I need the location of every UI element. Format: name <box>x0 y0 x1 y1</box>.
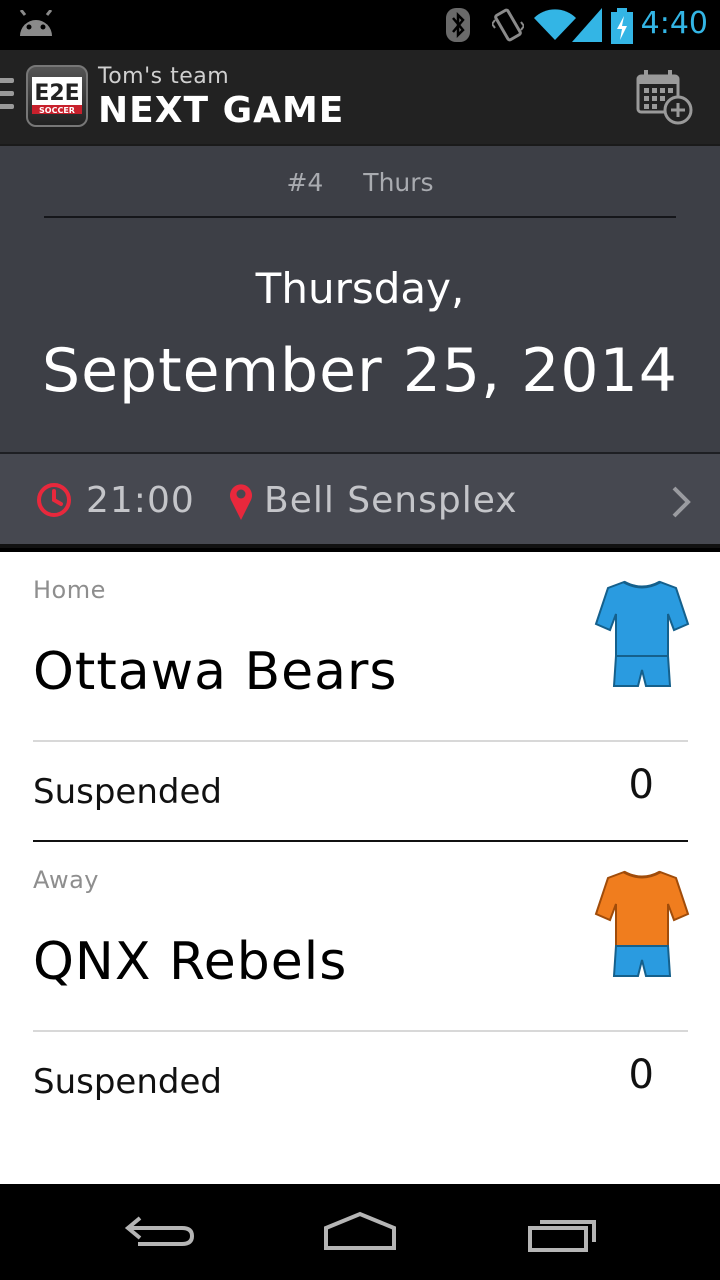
action-bar: E2E SOCCER Tom's team NEXT GAME <box>0 50 720 146</box>
home-label: Home <box>33 576 106 604</box>
divider <box>44 216 676 218</box>
back-icon[interactable] <box>120 1208 200 1256</box>
away-suspended-label: Suspended <box>33 1062 222 1102</box>
game-day-of-week: Thursday, <box>255 264 465 313</box>
location-pin-icon <box>230 484 252 520</box>
logo-subtext: SOCCER <box>39 106 75 115</box>
drawer-toggle-icon[interactable] <box>0 78 14 118</box>
clock-icon <box>37 483 71 517</box>
status-time: 4:40 <box>640 6 708 41</box>
away-team-name[interactable]: QNX Rebels <box>33 932 347 992</box>
game-time: 21:00 <box>86 480 195 521</box>
system-nav-bar <box>0 1184 720 1280</box>
game-day-short: Thurs <box>363 168 434 197</box>
away-suspended-count: 0 <box>628 1052 654 1098</box>
home-icon[interactable] <box>320 1208 400 1256</box>
logo-text: E2E <box>34 81 79 106</box>
status-bar: 4:40 <box>0 0 720 50</box>
away-jersey-icon <box>594 870 690 977</box>
game-meta: #4 Thurs <box>0 168 720 197</box>
home-team-name[interactable]: Ottawa Bears <box>33 642 398 702</box>
game-header: #4 Thurs Thursday, September 25, 2014 <box>0 146 720 452</box>
page-title: NEXT GAME <box>98 90 345 131</box>
game-number: #4 <box>286 168 324 197</box>
signal-icon <box>572 8 602 42</box>
home-jersey-icon <box>594 580 690 687</box>
teams-panel: Home Ottawa Bears Suspended 0 Away QNX R… <box>0 552 720 1184</box>
game-venue: Bell Sensplex <box>264 480 518 521</box>
section-divider <box>33 840 688 842</box>
calendar-add-icon[interactable] <box>636 68 694 126</box>
home-suspended-label: Suspended <box>33 772 222 812</box>
divider <box>33 1030 688 1032</box>
chevron-right-icon[interactable] <box>670 484 692 520</box>
recent-apps-icon[interactable] <box>522 1208 602 1256</box>
android-icon <box>19 10 53 36</box>
bluetooth-icon <box>446 8 470 42</box>
game-location-row[interactable]: 21:00 Bell Sensplex <box>0 452 720 548</box>
away-label: Away <box>33 866 99 894</box>
wifi-icon <box>534 9 576 40</box>
app-logo[interactable]: E2E SOCCER <box>26 65 88 127</box>
battery-charging-icon <box>611 8 633 44</box>
vibrate-icon <box>492 8 524 42</box>
divider <box>33 740 688 742</box>
home-suspended-count: 0 <box>628 762 654 808</box>
team-subtitle: Tom's team <box>98 64 230 89</box>
game-date: September 25, 2014 <box>42 336 678 406</box>
